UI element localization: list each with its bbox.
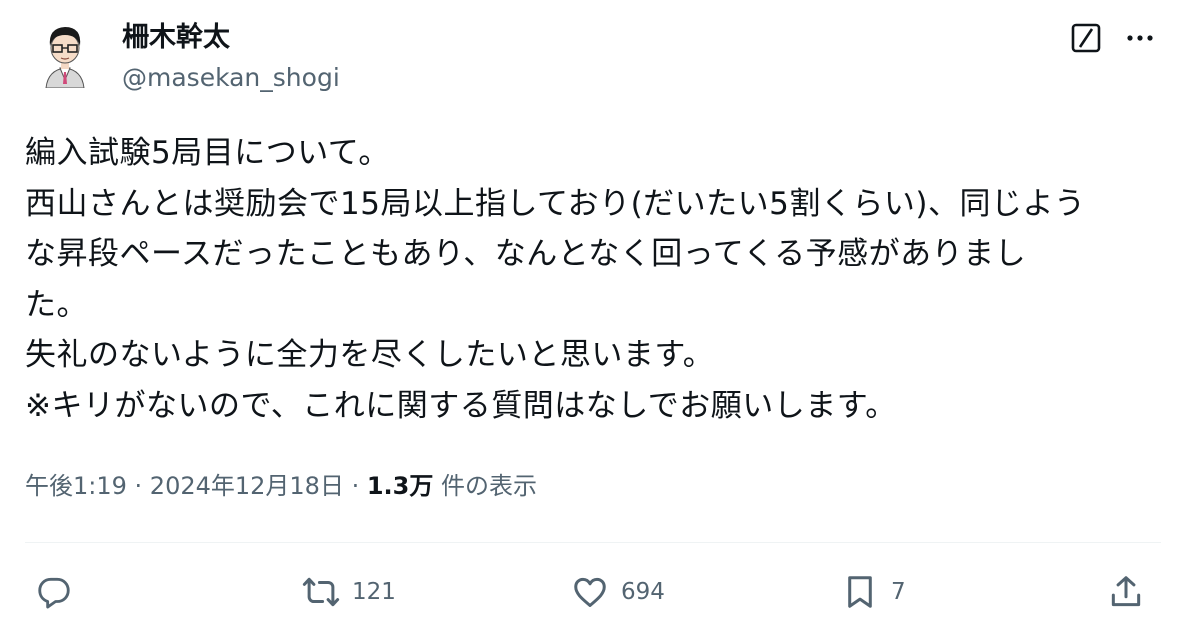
tweet-line: 西山さんとは奨励会で15局以上指しており(だいたい5割くらい)、同じよう — [25, 185, 1086, 222]
retweet-button[interactable]: 121 — [302, 570, 396, 614]
retweet-count: 121 — [352, 579, 396, 605]
divider — [25, 542, 1161, 543]
share-icon — [1111, 576, 1141, 607]
like-count: 694 — [621, 579, 665, 605]
like-button[interactable]: 694 — [571, 570, 665, 614]
author-handle[interactable]: @masekan_shogi — [122, 62, 340, 94]
tweet-line: 編入試験5局目について。 — [25, 135, 390, 171]
tweet-time[interactable]: 午後1:19 — [25, 472, 127, 500]
retweet-icon — [302, 577, 340, 607]
more-options-button[interactable] — [1118, 20, 1162, 56]
author-display-name[interactable]: 柵木幹太 — [122, 20, 230, 56]
share-button[interactable] — [1107, 570, 1157, 614]
meta-separator: · — [126, 472, 150, 500]
tweet-meta: 午後1:19 · 2024年12月18日 · 1.3万 件の表示 — [25, 466, 537, 506]
grok-slash-icon — [1071, 23, 1101, 53]
meta-separator: · — [343, 472, 367, 500]
cartoon-avatar-icon — [30, 18, 100, 89]
bookmark-count: 7 — [891, 579, 906, 605]
grok-button[interactable] — [1066, 20, 1106, 56]
heart-icon — [574, 577, 606, 607]
tweet-line: ※キリがないので、これに関する質問はなしでお願いします。 — [25, 387, 897, 424]
reply-button[interactable] — [35, 570, 85, 614]
tweet-line: な昇段ペースだったこともあり、なんとなく回ってくる予感がありまし — [25, 236, 1027, 272]
tweet-text: 編入試験5局目について。 西山さんとは奨励会で15局以上指しており(だいたい5割… — [25, 128, 1175, 431]
bookmark-icon — [848, 576, 872, 608]
tweet-line: 失礼のないように全力を尽くしたいと思います。 — [25, 337, 715, 373]
reply-icon — [38, 577, 70, 609]
views-label: 件の表示 — [433, 472, 537, 500]
tweet-date[interactable]: 2024年12月18日 — [150, 472, 344, 500]
bookmark-button[interactable]: 7 — [841, 570, 906, 614]
author-avatar[interactable] — [30, 18, 100, 89]
more-dots-icon — [1127, 35, 1153, 41]
views-count: 1.3万 — [366, 472, 434, 500]
tweet-line: た。 — [25, 286, 88, 323]
